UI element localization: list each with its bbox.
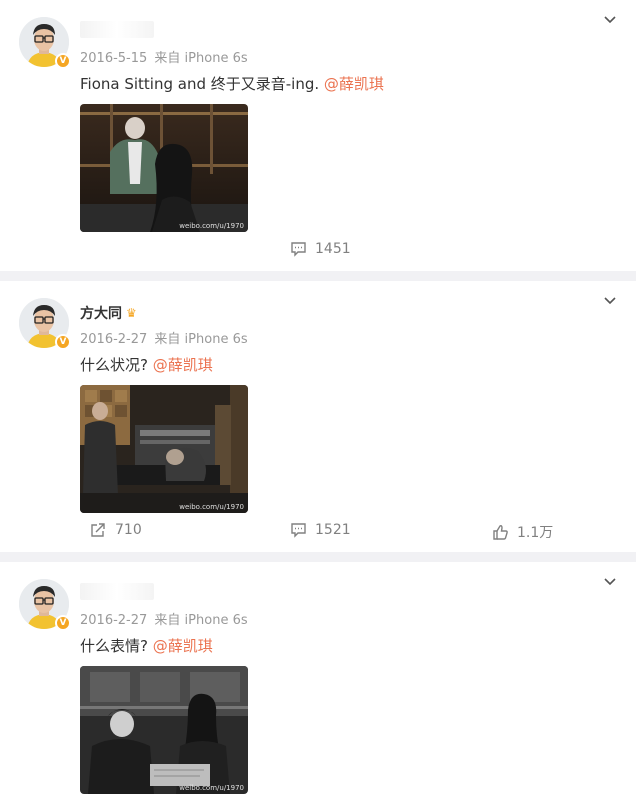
weibo-post: V 2016-5-15 来自 iPhone 6s Fiona Sitting a… — [0, 0, 636, 271]
repost-count: 710 — [115, 522, 142, 538]
mention-link[interactable]: @薛凯琪 — [153, 356, 213, 374]
post-body: Fiona Sitting and 终于又录音-ing. — [80, 75, 324, 93]
weibo-post: V 方大同 ♛ 2016-2-27 来自 iPhone 6s 什么状况? @薛凯琪 — [0, 281, 636, 552]
post-actions: 1451 — [0, 238, 636, 264]
chevron-down-icon[interactable] — [602, 574, 618, 590]
post-text: Fiona Sitting and 终于又录音-ing. @薛凯琪 — [80, 73, 384, 94]
crown-icon: ♛ — [126, 306, 137, 320]
comment-button[interactable]: 1521 — [290, 522, 351, 538]
post-source: 来自 iPhone 6s — [154, 51, 248, 66]
post-meta: 2016-2-27 来自 iPhone 6s — [80, 328, 248, 347]
weibo-post: V 2016-2-27 来自 iPhone 6s 什么表情? @薛凯琪 weib — [0, 562, 636, 799]
image-watermark: weibo.com/u/1970 — [179, 503, 244, 511]
comment-icon — [291, 523, 306, 538]
post-meta: 2016-2-27 来自 iPhone 6s — [80, 609, 248, 628]
repost-button[interactable]: 710 — [90, 522, 142, 538]
post-image[interactable]: weibo.com/u/1970 — [80, 104, 248, 232]
post-date[interactable]: 2016-5-15 — [80, 51, 147, 66]
post-date[interactable]: 2016-2-27 — [80, 332, 147, 347]
comment-count: 1521 — [315, 522, 351, 538]
post-text: 什么状况? @薛凯琪 — [80, 354, 213, 375]
username-blurred — [80, 583, 154, 600]
mention-link[interactable]: @薛凯琪 — [324, 75, 384, 93]
username-text[interactable]: 方大同 — [80, 306, 122, 322]
mention-link[interactable]: @薛凯琪 — [153, 637, 213, 655]
post-source: 来自 iPhone 6s — [154, 332, 248, 347]
post-image[interactable]: weibo.com/u/1970 — [80, 385, 248, 513]
chevron-down-icon[interactable] — [602, 12, 618, 28]
username-blurred — [80, 21, 154, 38]
post-text: 什么表情? @薛凯琪 — [80, 635, 213, 656]
post-meta: 2016-5-15 来自 iPhone 6s — [80, 47, 248, 66]
comment-icon — [291, 242, 306, 257]
verified-badge-icon: V — [55, 53, 71, 69]
like-button[interactable]: 1.1万 — [492, 522, 553, 542]
post-source: 来自 iPhone 6s — [154, 613, 248, 628]
verified-badge-icon: V — [55, 334, 71, 350]
image-watermark: weibo.com/u/1970 — [179, 784, 244, 792]
chevron-down-icon[interactable] — [602, 293, 618, 309]
comment-count: 1451 — [315, 241, 351, 257]
like-count: 1.1万 — [517, 525, 554, 541]
post-body: 什么表情? — [80, 637, 153, 655]
verified-badge-icon: V — [55, 615, 71, 631]
comment-button[interactable]: 1451 — [290, 241, 351, 257]
post-image[interactable]: weibo.com/u/1970 — [80, 666, 248, 794]
post-date[interactable]: 2016-2-27 — [80, 613, 147, 628]
username[interactable]: 方大同 ♛ — [80, 303, 137, 323]
post-actions: 710 1521 1.1万 — [0, 519, 636, 545]
post-body: 什么状况? — [80, 356, 153, 374]
share-icon — [91, 523, 105, 537]
thumbs-up-icon — [493, 525, 508, 540]
image-watermark: weibo.com/u/1970 — [179, 222, 244, 230]
